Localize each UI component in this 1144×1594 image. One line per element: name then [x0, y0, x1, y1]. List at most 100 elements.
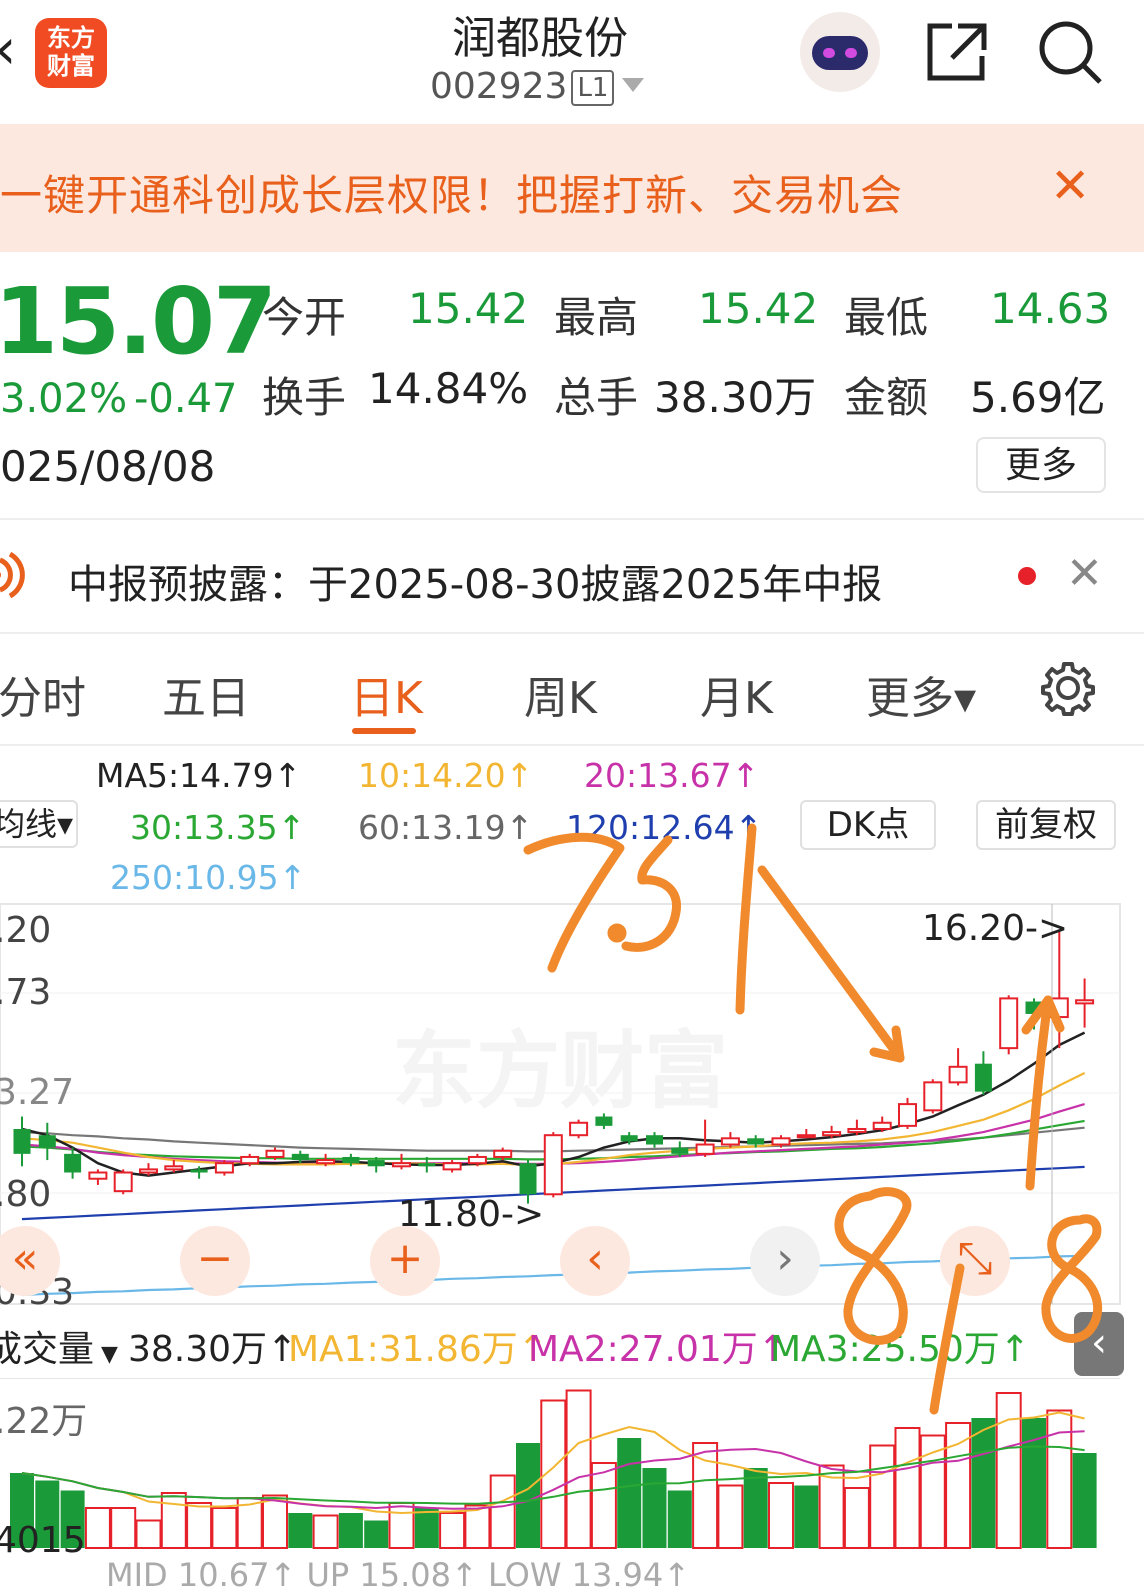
broadcast-icon: [0, 551, 25, 599]
candle-body: [467, 1155, 487, 1165]
candle-body: [872, 1121, 892, 1130]
high-price-mark: 16.20->: [922, 908, 1069, 949]
ma30-value: 30:13.35↑: [130, 808, 306, 847]
ma120-value: 120:12.64↑: [566, 808, 763, 847]
volume-bar: [186, 1502, 213, 1549]
divider: [0, 744, 1144, 746]
search-icon[interactable]: [1034, 16, 1106, 88]
notice-text[interactable]: 中报预披露：于2025-08-30披露2025年中报: [68, 552, 882, 610]
candle-body: [418, 1163, 436, 1167]
divider: [0, 632, 1144, 634]
candle-body: [999, 997, 1019, 1050]
more-quote-button[interactable]: 更多: [976, 437, 1106, 493]
volume-bar: [414, 1508, 439, 1548]
volume-bar: [971, 1418, 996, 1548]
collapse-panel-button[interactable]: ‹: [1074, 1312, 1124, 1376]
scroll-right-button[interactable]: ›: [750, 1226, 820, 1296]
candle-body: [64, 1153, 82, 1173]
candle-body: [1025, 1001, 1043, 1014]
tab-more[interactable]: 更多▾: [866, 662, 976, 726]
volume-bar: [945, 1422, 972, 1549]
volume-bar: [717, 1484, 744, 1549]
volume-bars: [10, 1389, 1097, 1549]
assistant-robot-icon[interactable]: [800, 12, 880, 92]
adjust-button[interactable]: 前复权: [976, 800, 1116, 850]
promo-text[interactable]: 一键开通科创成长层权限！把握打新、交易机会: [0, 162, 903, 223]
scroll-left-button[interactable]: ‹: [560, 1226, 630, 1296]
close-icon[interactable]: ✕: [1066, 548, 1103, 599]
dk-point-button[interactable]: DK点: [800, 800, 936, 850]
volume-selector[interactable]: 成交量 ▼: [0, 1320, 118, 1372]
candle-body: [671, 1147, 689, 1154]
candle-body: [923, 1081, 943, 1112]
promo-banner[interactable]: 一键开通科创成长层权限！把握打新、交易机会 ✕: [0, 124, 1144, 252]
ma60-value: 60:13.19↑: [358, 808, 534, 847]
candle-body: [240, 1155, 260, 1165]
chevron-down-icon[interactable]: [622, 78, 644, 92]
change-percent: 3.02%: [0, 376, 128, 422]
candle-body: [595, 1116, 613, 1126]
tab-daily-k[interactable]: 日K: [350, 662, 423, 726]
volume-label: 总手: [554, 373, 639, 422]
high-label: 最高: [554, 293, 639, 342]
stock-code: 002923: [430, 66, 568, 107]
turnover-label: 换手: [262, 373, 347, 422]
volume-bar: [211, 1507, 238, 1549]
volume-bar: [135, 1519, 162, 1549]
fullscreen-button[interactable]: ⤡: [940, 1226, 1010, 1296]
boll-legend-cut: MID 10.67↑ UP 15.08↑ LOW 13.94↑: [106, 1556, 691, 1594]
candle-body: [190, 1169, 208, 1173]
volume-ma2: MA2:27.01万↑: [528, 1329, 788, 1370]
gear-icon[interactable]: [1040, 660, 1096, 716]
candle: [113, 1169, 133, 1195]
share-icon[interactable]: [922, 18, 992, 84]
amount-value: 5.69亿: [970, 373, 1106, 422]
tab-weekly-k[interactable]: 周K: [524, 662, 597, 726]
watermark: 东方财富: [392, 1022, 728, 1120]
volume-bar: [338, 1513, 363, 1548]
candle-body: [265, 1149, 285, 1158]
volume-chart[interactable]: [0, 1378, 1144, 1583]
zoom-out-button[interactable]: −: [180, 1226, 250, 1296]
candle-body: [822, 1131, 842, 1137]
active-tab-indicator: [352, 728, 416, 734]
y-axis-label: .73: [0, 972, 52, 1013]
volume-bar: [312, 1514, 339, 1549]
amount-label: 金额: [844, 373, 929, 422]
ma-type-select[interactable]: 均线▾: [0, 800, 78, 848]
tab-monthly-k[interactable]: 月K: [700, 662, 773, 726]
volume-bar: [590, 1462, 617, 1549]
candle: [214, 1160, 234, 1176]
y-axis-label: .20: [0, 910, 52, 951]
volume-bar: [160, 1492, 187, 1549]
volume-bar: [768, 1482, 794, 1549]
candle: [923, 1079, 943, 1114]
tab-intraday[interactable]: 分时: [0, 662, 86, 726]
candle-body: [88, 1171, 108, 1180]
candle-body: [367, 1160, 385, 1167]
volume-bar: [364, 1520, 389, 1548]
candle-body: [139, 1168, 158, 1174]
unread-dot: [1018, 567, 1036, 585]
stock-code-row[interactable]: 002923 L1: [430, 66, 615, 107]
candle-body: [847, 1127, 867, 1134]
volume-bar: [84, 1507, 111, 1549]
candle-body: [695, 1143, 715, 1155]
zoom-in-button[interactable]: +: [370, 1226, 440, 1296]
y-axis-label: .80: [0, 1174, 52, 1215]
volume-bar: [288, 1513, 313, 1548]
volume-bar: [516, 1443, 540, 1548]
ma250-value: 250:10.95↑: [110, 858, 307, 897]
open-value: 15.42: [408, 284, 529, 333]
open-label: 今开: [262, 293, 347, 342]
tab-five-day[interactable]: 五日: [162, 662, 250, 726]
volume-bar: [388, 1502, 415, 1549]
volume-bar: [692, 1442, 719, 1549]
candle-body: [442, 1162, 462, 1171]
close-icon[interactable]: ✕: [1050, 158, 1090, 214]
volume-bar: [1072, 1453, 1097, 1548]
volume-ma3: MA3:25.50万↑: [770, 1329, 1030, 1370]
stock-name: 润都股份: [452, 13, 628, 64]
level-badge: L1: [571, 70, 615, 106]
ma20-value: 20:13.67↑: [584, 756, 760, 795]
